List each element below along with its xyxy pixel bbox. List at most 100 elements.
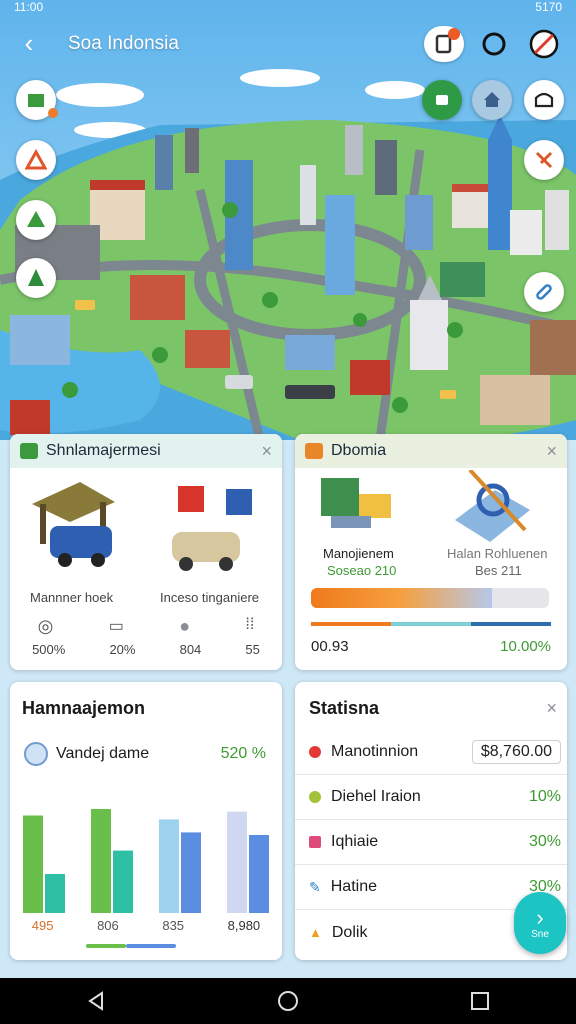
bar-mark: [159, 819, 179, 913]
back-button[interactable]: ‹: [14, 28, 44, 58]
track-segment-blue: [471, 622, 551, 626]
stats-label: Manotinnion: [331, 743, 419, 760]
transit-icon[interactable]: [524, 80, 564, 120]
bar-label: 835: [162, 918, 185, 933]
info-icon: [24, 742, 48, 766]
square-icon: ▭: [108, 618, 124, 635]
bar-chart: [23, 809, 269, 913]
bar-mark: [91, 809, 111, 913]
progress-track: [311, 622, 551, 626]
construct-icon[interactable]: [16, 140, 56, 180]
next-fab-button[interactable]: › Sne: [514, 892, 566, 954]
bar-mark: [45, 874, 65, 913]
progress-fill: [311, 588, 492, 608]
stats-row[interactable]: Diehel Iraion 10%: [295, 775, 567, 820]
bar-labels: 495 806 835 8,980: [10, 918, 282, 933]
home-nav-icon[interactable]: [268, 981, 308, 1021]
stats-label: Iqhiaie: [331, 833, 379, 850]
stats-label: Diehel Iraion: [331, 788, 421, 805]
stat-value: 55: [245, 642, 260, 657]
row-value: 520 %: [220, 745, 266, 762]
top-bar: ‹ Soa Indonsia: [0, 24, 576, 64]
link-icon[interactable]: [524, 272, 564, 312]
card-header-icon: [305, 443, 323, 459]
top-icons: [424, 26, 564, 62]
back-nav-icon[interactable]: [76, 981, 116, 1021]
stats-value: 30%: [528, 833, 561, 850]
card-illustration: [32, 482, 252, 571]
bar-label: 8,980: [227, 918, 261, 933]
card-header-icon: [20, 443, 38, 459]
hospital-icon[interactable]: [422, 80, 462, 120]
map-button-badge: [48, 108, 58, 118]
tools-icon[interactable]: [524, 140, 564, 180]
notification-icon[interactable]: [424, 26, 464, 62]
eye-icon: ◎: [37, 616, 54, 636]
city-map-illustration: [0, 0, 576, 440]
stat-icons-row: ◎ ▭ ● ⁞⁞: [10, 616, 282, 637]
card-title: Hamnaajemon: [22, 698, 146, 718]
notification-badge: [448, 28, 460, 40]
close-button[interactable]: ×: [546, 698, 557, 719]
stats-value-box: $8,760.00: [471, 740, 561, 764]
stat-value: 804: [179, 642, 202, 657]
bar-mark: [249, 835, 269, 913]
dots-icon: ⁞⁞: [245, 616, 255, 633]
management-card: Hamnaajemon Vandej dame 520 % 495 806 83…: [10, 682, 282, 960]
card-title: Dbomia: [331, 442, 387, 459]
row-label: Vandej dame: [56, 745, 150, 762]
system-nav-bar: [0, 978, 576, 1024]
stat-values-row: 500% 20% 804 55: [10, 642, 282, 657]
card-item-label-2: Halan Rohluenen: [447, 546, 548, 561]
tree-map-icon[interactable]: [16, 80, 58, 120]
legend-line-blue: [126, 944, 176, 948]
close-button[interactable]: ×: [546, 441, 557, 462]
tree-icon[interactable]: [16, 200, 56, 240]
status-time: 11:00: [14, 0, 44, 14]
pink-icon: [309, 836, 321, 848]
no-entry-icon[interactable]: [524, 26, 564, 62]
bar-mark: [113, 850, 133, 913]
stats-row[interactable]: Manotinnion $8,760.00: [295, 730, 567, 775]
progress-bar: [311, 588, 549, 608]
park-icon[interactable]: [16, 258, 56, 298]
card-item-sub-2: Bes 211: [475, 563, 522, 578]
circle-icon[interactable]: [474, 26, 514, 62]
card-item-label-1: Mannner hoek: [30, 590, 114, 605]
bar-label: 495: [31, 918, 54, 933]
wrench-icon: ✎: [309, 878, 321, 895]
chevron-right-icon: ›: [536, 904, 544, 930]
bar-mark: [181, 832, 201, 913]
globe-icon: ●: [179, 616, 191, 636]
stat-value: 20%: [109, 642, 136, 657]
fab-label: Sne: [531, 928, 549, 940]
page-title: Soa Indonsia: [68, 33, 179, 54]
card-item-label-1: Manojienem: [323, 546, 394, 561]
city-map[interactable]: [0, 0, 576, 440]
stats-label: Hatine: [330, 878, 377, 895]
track-segment-orange: [311, 622, 391, 626]
card-item-sub-1: Soseao 210: [327, 563, 397, 578]
card-header: Shnlamajermesi ×: [10, 434, 282, 468]
track-segment-teal: [391, 622, 471, 626]
stats-value: 10%: [528, 788, 561, 805]
card-title: Shnlamajermesi: [46, 442, 161, 459]
card-title: Statisna: [309, 698, 380, 718]
recents-nav-icon[interactable]: [460, 981, 500, 1021]
stats-row[interactable]: Iqhiaie 30%: [295, 820, 567, 865]
card-item-label-2: Inceso tinganiere: [160, 590, 260, 605]
green-dot-icon: [309, 791, 321, 803]
right-value: 10.00%: [500, 638, 551, 655]
stat-value: 500%: [32, 642, 66, 657]
close-button[interactable]: ×: [261, 441, 272, 462]
infrastructure-card: Shnlamajermesi × Mannner hoek Inceso tin…: [10, 434, 282, 670]
economy-card: Dbomia × Manojienem Soseao 210 Halan Roh…: [295, 434, 567, 670]
bar-label: 806: [97, 918, 119, 933]
legend-line-green: [86, 944, 126, 948]
city-hall-icon[interactable]: [472, 80, 512, 120]
red-dot-icon: [309, 746, 321, 758]
warning-icon: ▲: [309, 925, 322, 940]
status-battery: 5170: [535, 0, 562, 14]
bar-mark: [227, 811, 247, 913]
left-value: 00.93: [311, 638, 349, 655]
